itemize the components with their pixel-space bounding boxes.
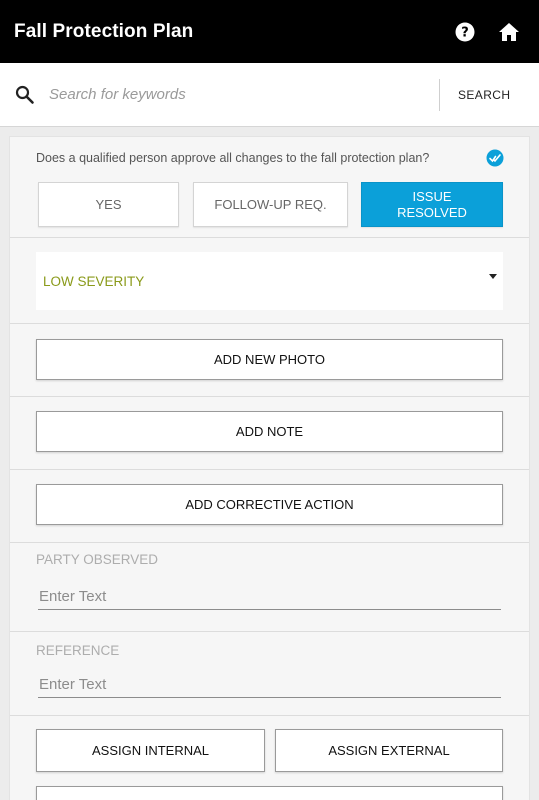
add-note-button[interactable]: ADD NOTE — [36, 411, 503, 452]
svg-text:?: ? — [461, 25, 469, 40]
option-yes-button[interactable]: YES — [38, 182, 179, 227]
reference-label: REFERENCE — [36, 643, 120, 658]
search-input[interactable] — [49, 86, 429, 103]
party-observed-label: PARTY OBSERVED — [36, 552, 159, 567]
reference-field[interactable] — [38, 674, 501, 698]
assign-external-button[interactable]: ASSIGN EXTERNAL — [275, 729, 503, 772]
option-follow-up-button[interactable]: FOLLOW-UP REQ. — [193, 182, 348, 227]
search-divider — [439, 78, 440, 111]
question-text: Does a qualified person approve all chan… — [36, 151, 430, 165]
chevron-down-icon — [489, 274, 497, 279]
search-icon[interactable] — [15, 85, 35, 105]
page-title: Fall Protection Plan — [14, 20, 194, 42]
severity-dropdown[interactable]: LOW SEVERITY — [36, 252, 503, 310]
party-observed-section: PARTY OBSERVED — [10, 543, 529, 632]
inspection-card: Does a qualified person approve all chan… — [9, 136, 530, 800]
add-corrective-action-button[interactable]: ADD CORRECTIVE ACTION — [36, 484, 503, 525]
add-photo-button[interactable]: ADD NEW PHOTO — [36, 339, 503, 380]
option-issue-resolved-button[interactable]: ISSUE RESOLVED — [361, 182, 503, 227]
note-section: ADD NOTE — [10, 397, 529, 470]
search-button[interactable]: SEARCH — [458, 88, 510, 102]
reference-section: REFERENCE — [10, 632, 529, 716]
photo-section: ADD NEW PHOTO — [10, 324, 529, 397]
party-observed-field[interactable] — [38, 586, 501, 610]
question-section: Does a qualified person approve all chan… — [10, 137, 529, 238]
corrective-section: ADD CORRECTIVE ACTION — [10, 470, 529, 543]
assign-section: ASSIGN INTERNAL ASSIGN EXTERNAL — [10, 716, 529, 800]
app-bar: Fall Protection Plan ? — [0, 0, 539, 63]
severity-value: LOW SEVERITY — [43, 274, 145, 289]
severity-section: LOW SEVERITY — [10, 238, 529, 324]
option-issue-resolved-label: ISSUE RESOLVED — [397, 188, 467, 220]
help-icon[interactable]: ? — [454, 21, 476, 43]
assign-internal-button[interactable]: ASSIGN INTERNAL — [36, 729, 265, 772]
check-circle-icon — [486, 149, 504, 167]
home-icon[interactable] — [498, 21, 520, 43]
next-action-button[interactable] — [36, 786, 503, 800]
search-bar: SEARCH — [0, 63, 539, 127]
